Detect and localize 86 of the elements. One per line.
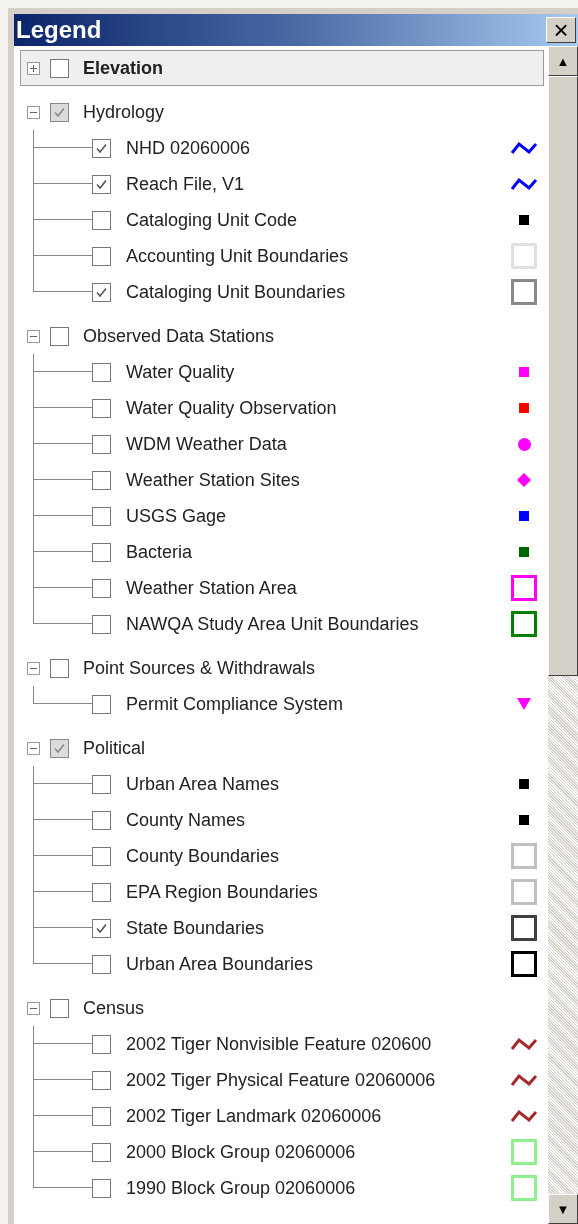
layer-label: 2002 Tiger Physical Feature 02060006 — [125, 1068, 437, 1092]
checkbox[interactable] — [50, 658, 69, 678]
checkbox[interactable] — [92, 434, 111, 454]
layer-label: Bacteria — [125, 540, 194, 564]
checkbox[interactable] — [50, 58, 69, 78]
layer-label: State Boundaries — [125, 916, 266, 940]
layer-label: NHD 02060006 — [125, 136, 252, 160]
checkbox[interactable] — [50, 998, 69, 1018]
checkmark-icon — [95, 141, 108, 155]
layer-label: Accounting Unit Boundaries — [125, 244, 350, 268]
checkbox[interactable] — [50, 738, 69, 758]
checkbox[interactable] — [50, 102, 69, 122]
layer-label: Urban Area Names — [125, 772, 281, 796]
checkbox[interactable] — [92, 918, 111, 938]
scroll-thumb[interactable] — [548, 76, 578, 676]
checkmark-icon — [53, 741, 66, 755]
layer-label: Cataloging Unit Boundaries — [125, 280, 347, 304]
window-title: Legend — [16, 18, 102, 42]
checkbox[interactable] — [92, 210, 111, 230]
scroll-down-button[interactable]: ▼ — [548, 1194, 578, 1224]
layer-label: WDM Weather Data — [125, 432, 288, 456]
group-header[interactable]: Census — [20, 990, 544, 1026]
layer-label: Urban Area Boundaries — [125, 952, 315, 976]
group-label: Census — [82, 996, 145, 1020]
close-button[interactable]: × — [546, 17, 576, 43]
scrollbar[interactable]: ▲ ▼ — [548, 46, 578, 1224]
layer-label: USGS Gage — [125, 504, 228, 528]
checkbox[interactable] — [92, 578, 111, 598]
group-label: Hydrology — [82, 100, 165, 124]
checkbox[interactable] — [92, 694, 111, 714]
group-header[interactable]: Elevation — [20, 50, 544, 86]
checkbox[interactable] — [92, 1142, 111, 1162]
checkbox[interactable] — [92, 774, 111, 794]
group-label: Observed Data Stations — [82, 324, 275, 348]
collapse-icon[interactable] — [27, 741, 40, 755]
checkbox[interactable] — [92, 614, 111, 634]
group-label: Political — [82, 736, 146, 760]
checkbox[interactable] — [92, 846, 111, 866]
checkbox[interactable] — [92, 282, 111, 302]
checkbox[interactable] — [92, 1178, 111, 1198]
collapse-icon[interactable] — [27, 105, 40, 119]
group-label: Elevation — [82, 56, 164, 80]
checkbox[interactable] — [92, 138, 111, 158]
layer-label: EPA Region Boundaries — [125, 880, 319, 904]
checkbox[interactable] — [92, 810, 111, 830]
layer-label: Permit Compliance System — [125, 692, 345, 716]
group-header[interactable]: Point Sources & Withdrawals — [20, 650, 544, 686]
layer-label: 2002 Tiger Landmark 02060006 — [125, 1104, 383, 1128]
layer-label: Weather Station Area — [125, 576, 298, 600]
layer-label: Water Quality Observation — [125, 396, 338, 420]
layer-label: 1990 Block Group 02060006 — [125, 1176, 357, 1200]
checkbox[interactable] — [92, 882, 111, 902]
checkbox[interactable] — [92, 362, 111, 382]
collapse-icon[interactable] — [27, 329, 40, 343]
layer-label: 2000 Block Group 02060006 — [125, 1140, 357, 1164]
layer-label: Reach File, V1 — [125, 172, 246, 196]
layer-label: Water Quality — [125, 360, 236, 384]
checkmark-icon — [95, 285, 108, 299]
checkbox[interactable] — [92, 174, 111, 194]
scroll-up-button[interactable]: ▲ — [548, 46, 578, 76]
checkbox[interactable] — [92, 506, 111, 526]
layer-label: Cataloging Unit Code — [125, 208, 299, 232]
expand-icon[interactable] — [27, 61, 40, 75]
checkmark-icon — [95, 921, 108, 935]
checkbox[interactable] — [92, 470, 111, 490]
group-header[interactable]: Observed Data Stations — [20, 318, 544, 354]
collapse-icon[interactable] — [27, 661, 40, 675]
checkbox[interactable] — [92, 398, 111, 418]
checkmark-icon — [53, 105, 66, 119]
layer-label: Weather Station Sites — [125, 468, 301, 492]
layer-label: 2002 Tiger Nonvisible Feature 020600 — [125, 1032, 433, 1056]
checkbox[interactable] — [92, 246, 111, 266]
group-label: Point Sources & Withdrawals — [82, 656, 316, 680]
checkmark-icon — [95, 177, 108, 191]
group-header[interactable]: Political — [20, 730, 544, 766]
layer-label: County Boundaries — [125, 844, 281, 868]
layer-label: County Names — [125, 808, 247, 832]
checkbox[interactable] — [92, 954, 111, 974]
collapse-icon[interactable] — [27, 1001, 40, 1015]
checkbox[interactable] — [92, 1070, 111, 1090]
checkbox[interactable] — [92, 1034, 111, 1054]
checkbox[interactable] — [92, 1106, 111, 1126]
checkbox[interactable] — [92, 542, 111, 562]
group-header[interactable]: Hydrology — [20, 94, 544, 130]
layer-label: NAWQA Study Area Unit Boundaries — [125, 612, 420, 636]
checkbox[interactable] — [50, 326, 69, 346]
